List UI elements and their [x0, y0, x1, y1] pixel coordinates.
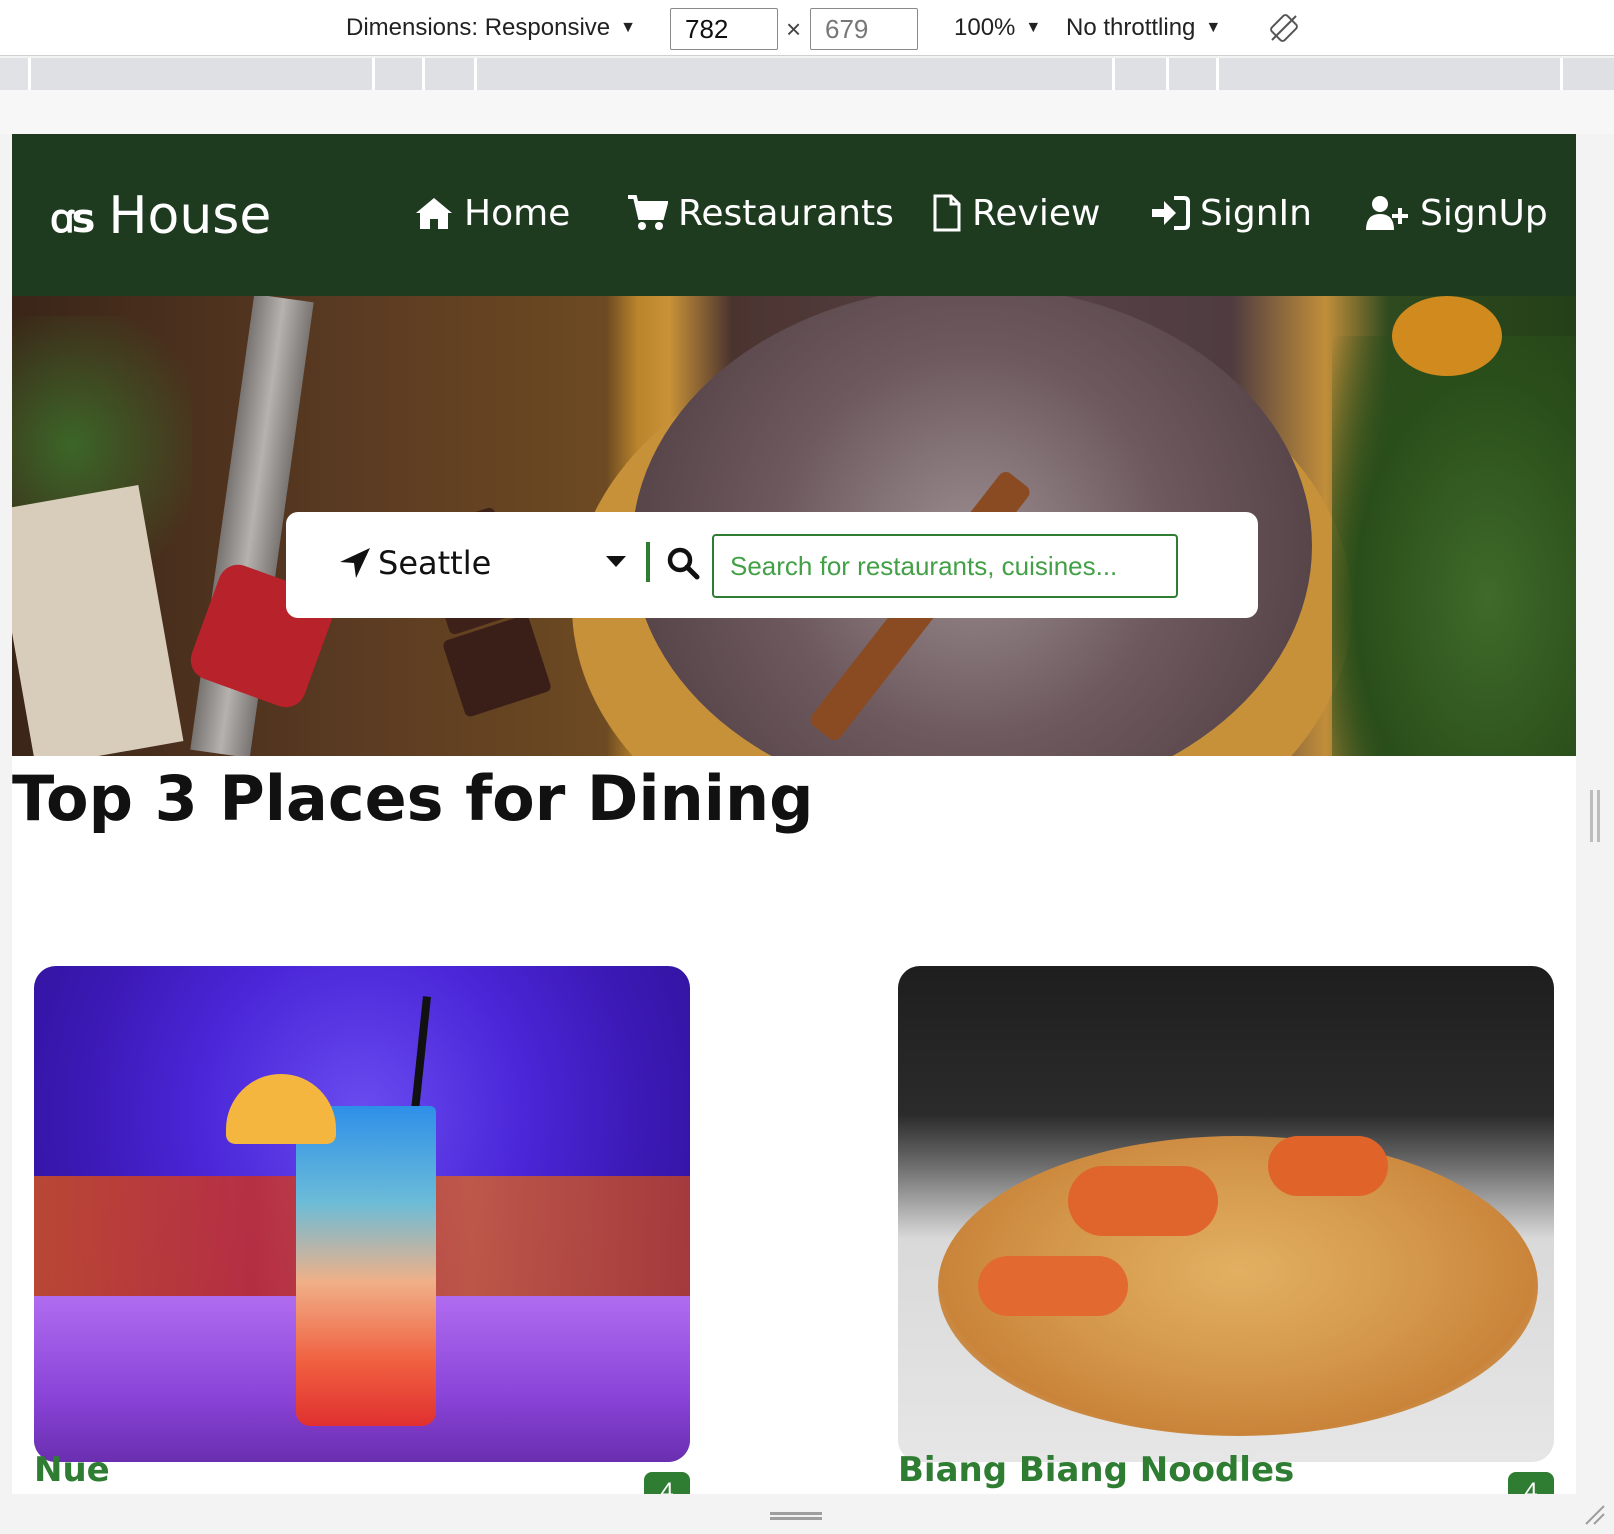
throttling-label: No throttling	[1066, 14, 1196, 41]
nav-review-label: Review	[972, 192, 1101, 234]
section-title: Top 3 Places for Dining	[12, 762, 814, 835]
devtools-gap	[0, 90, 1614, 134]
divider	[646, 542, 650, 582]
dimensions-label: Dimensions: Responsive	[346, 14, 611, 41]
rating-badge: 4	[644, 1472, 690, 1494]
throttling-dropdown[interactable]: No throttling ▼	[1066, 0, 1221, 56]
media-query-ruler	[0, 58, 1614, 90]
brand-name: House	[108, 186, 272, 246]
nav-restaurants-label: Restaurants	[678, 192, 894, 234]
nav-home[interactable]: Home	[414, 188, 570, 238]
chevron-down-icon: ▼	[1205, 19, 1222, 36]
nav-signin-label: SignIn	[1200, 192, 1312, 234]
cart-icon	[628, 195, 668, 230]
rating-badge: 4	[1508, 1472, 1554, 1494]
hero-decoration	[1392, 296, 1502, 376]
height-input[interactable]: 679	[810, 8, 918, 50]
resize-corner-icon[interactable]	[1584, 1504, 1606, 1526]
zoom-dropdown[interactable]: 100% ▼	[954, 0, 1041, 56]
hero-banner: Seattle	[12, 296, 1576, 756]
brand-logo: ꭤs	[50, 195, 95, 242]
nav-restaurants[interactable]: Restaurants	[626, 188, 894, 238]
page-viewport: ꭤs House Home Restaurants Review SignIn …	[12, 134, 1576, 1494]
location-select[interactable]: Seattle	[378, 544, 491, 582]
search-icon[interactable]	[666, 546, 700, 580]
nav-signup-label: SignUp	[1420, 192, 1548, 234]
navbar: ꭤs House Home Restaurants Review SignIn …	[12, 134, 1576, 296]
devtools-toolbar: Dimensions: Responsive ▼ 782 × 679 100% …	[0, 0, 1614, 56]
search-input[interactable]	[712, 534, 1178, 598]
user-plus-icon	[1366, 196, 1408, 230]
brand[interactable]: ꭤs House	[50, 186, 271, 246]
nav-review[interactable]: Review	[932, 188, 1100, 238]
dimensions-dropdown[interactable]: Dimensions: Responsive ▼	[346, 0, 636, 56]
resize-handle-right[interactable]	[1590, 790, 1600, 842]
nav-signin[interactable]: SignIn	[1150, 188, 1312, 238]
home-icon	[416, 198, 452, 229]
rotate-icon[interactable]	[1268, 12, 1300, 44]
hero-decoration	[1332, 336, 1576, 756]
restaurant-card-image[interactable]	[34, 966, 690, 1462]
sign-in-icon	[1152, 196, 1190, 230]
resize-handle-bottom[interactable]	[770, 1512, 822, 1520]
nav-signup[interactable]: SignUp	[1364, 188, 1548, 238]
times-sign: ×	[786, 14, 802, 44]
chevron-down-icon: ▼	[620, 19, 636, 36]
devtools-bottom-bar	[0, 1494, 1614, 1534]
location-arrow-icon	[340, 548, 370, 578]
file-icon	[933, 194, 961, 232]
zoom-label: 100%	[954, 14, 1016, 41]
caret-down-icon[interactable]	[606, 556, 626, 567]
nav-home-label: Home	[464, 192, 571, 234]
restaurant-card-name[interactable]: Nue	[34, 1450, 110, 1490]
restaurant-card-name[interactable]: Biang Biang Noodles	[898, 1450, 1294, 1490]
chevron-down-icon: ▼	[1025, 19, 1042, 36]
restaurant-card-image[interactable]	[898, 966, 1554, 1462]
search-bar: Seattle	[286, 512, 1258, 618]
width-input[interactable]: 782	[670, 8, 778, 50]
